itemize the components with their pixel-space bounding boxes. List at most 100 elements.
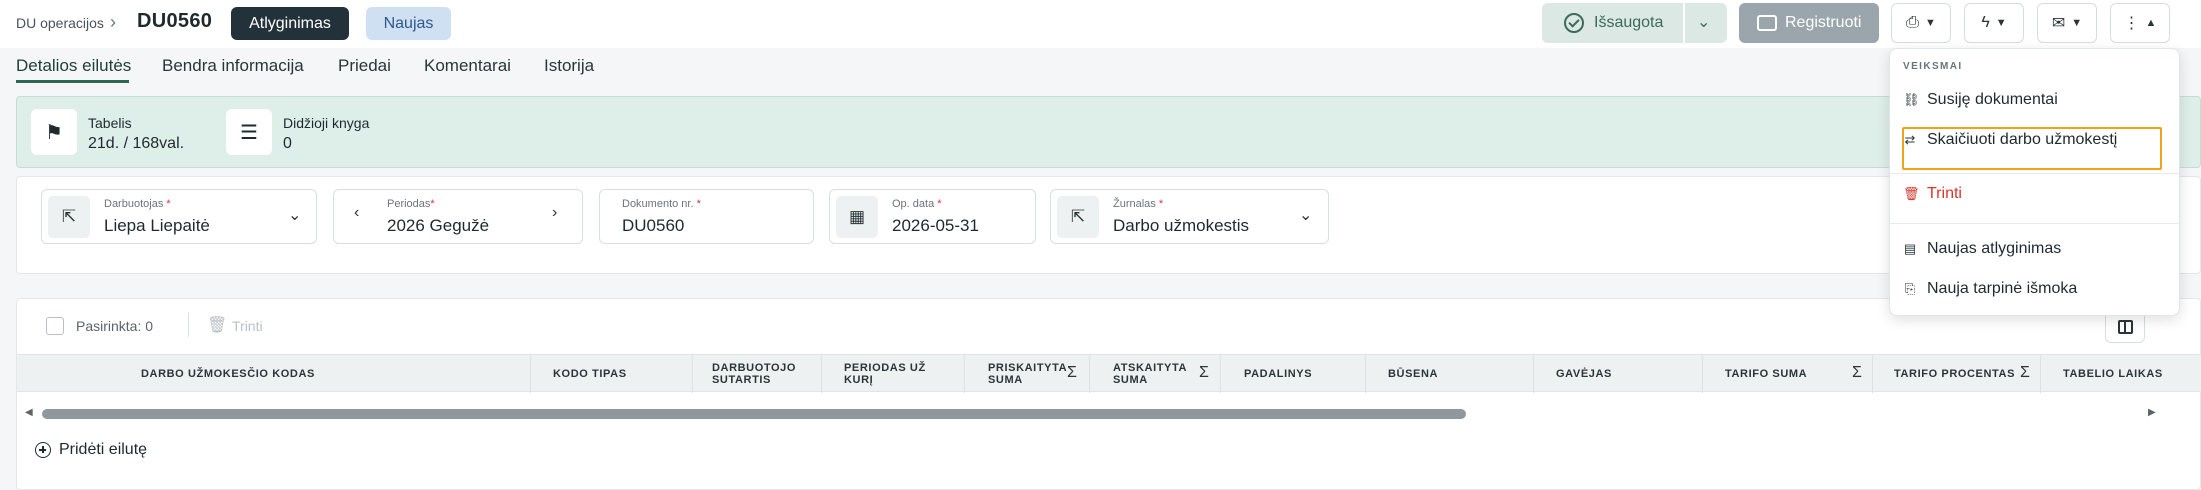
column-divider	[1872, 355, 1873, 393]
add-row-button[interactable]: Pridėti eilutę	[35, 441, 147, 459]
menu-item-label: Susiję dokumentai	[1927, 91, 2058, 108]
didzioji-knyga-label: Didžioji knyga	[283, 115, 370, 131]
lines-table-card: Pasirinkta: 0 🗑︎ Trinti DARBO UŽMOKESČIO…	[16, 298, 2201, 490]
actions-lightning-button[interactable]: ϟ ▼	[1964, 3, 2024, 43]
link-icon: ⛓︎	[1903, 92, 1920, 107]
menu-divider	[1890, 223, 2179, 224]
breadcrumb-du-operacijos[interactable]: DU operacijos	[16, 15, 104, 31]
email-button[interactable]: ✉ ▼	[2037, 3, 2097, 43]
chevron-up-icon: ▲	[2145, 17, 2157, 29]
page: DU operacijos › DU0560 Atlyginimas Nauja…	[0, 0, 2201, 490]
column-header[interactable]: PERIODAS UŽ KURĮ	[844, 355, 934, 393]
journal-field[interactable]: ⇱ Žurnalas * Darbo užmokestis ⌄	[1050, 189, 1329, 244]
page-title: DU0560	[137, 10, 213, 32]
tab-bendra-informacija[interactable]: Bendra informacija	[162, 56, 304, 76]
chevron-down-icon[interactable]: ⌄	[1299, 205, 1312, 225]
active-tab-indicator	[16, 80, 129, 83]
tab-bar: Detalios eilutės Bendra informacija Prie…	[0, 48, 2201, 84]
chevron-down-icon[interactable]: ⌄	[1697, 12, 1710, 32]
menu-item-label: Naujas atlyginimas	[1927, 240, 2062, 257]
status-badge: Naujas	[366, 7, 451, 40]
column-divider	[964, 355, 965, 393]
chevron-right-icon[interactable]: ›	[552, 204, 557, 222]
saved-label: Išsaugota	[1594, 14, 1664, 31]
tabelis-value: 21d. / 168val.	[88, 135, 185, 152]
select-all-checkbox[interactable]	[46, 317, 64, 335]
menu-item-label: Trinti	[1927, 185, 1962, 202]
chevron-down-icon[interactable]: ⌄	[288, 205, 301, 225]
column-divider	[821, 355, 822, 393]
selected-count: Pasirinkta: 0	[76, 318, 154, 334]
menu-item-new-salary[interactable]: ▤ Naujas atlyginimas	[1903, 240, 2061, 258]
menu-divider	[1890, 173, 2179, 174]
scroll-left-arrow[interactable]: ◀	[25, 407, 33, 418]
document-icon: ▤	[1903, 241, 1917, 256]
column-divider	[1089, 355, 1090, 393]
external-link-icon[interactable]: ⇱	[48, 196, 90, 238]
period-field-value: 2026 Gegužė	[387, 216, 490, 235]
column-header[interactable]: DARBUOTOJO SUTARTIS	[712, 355, 812, 393]
column-divider	[1533, 355, 1534, 393]
toolbar-divider	[188, 313, 189, 337]
trash-icon[interactable]: 🗑︎	[207, 315, 227, 335]
employee-field[interactable]: ⇱ Darbuotojas * Liepa Liepaitė ⌄	[41, 189, 317, 244]
add-row-label: Pridėti eilutę	[59, 441, 148, 458]
period-field[interactable]: ‹ Periodas* 2026 Gegužė ›	[333, 189, 583, 244]
column-header[interactable]: ATSKAITYTA SUMA	[1113, 355, 1193, 393]
column-header[interactable]: PRISKAITYTA SUMA	[988, 355, 1068, 393]
sum-icon[interactable]: Σ	[1067, 364, 1077, 382]
operation-date-value: 2026-05-31	[892, 216, 979, 235]
menu-item-delete[interactable]: 🗑︎ Trinti	[1903, 185, 1962, 203]
operation-date-label: Op. data *	[892, 198, 942, 210]
horizontal-scrollbar-thumb[interactable]	[42, 409, 1466, 419]
register-label: Registruoti	[1785, 14, 1862, 31]
columns-icon	[2118, 320, 2133, 334]
ledger-icon: ☰	[226, 109, 272, 155]
sum-icon[interactable]: Σ	[1852, 364, 1862, 382]
tab-istorija[interactable]: Istorija	[544, 56, 594, 76]
sum-icon[interactable]: Σ	[1199, 364, 1209, 382]
saved-button-divider	[1683, 3, 1685, 43]
scroll-right-arrow[interactable]: ▶	[2148, 407, 2156, 418]
column-header[interactable]: TABELIO LAIKAS	[2063, 355, 2183, 393]
menu-item-calculate-salary[interactable]: ⇄ Skaičiuoti darbo užmokestį	[1903, 131, 2118, 149]
delete-selected-button[interactable]: Trinti	[232, 318, 263, 334]
chevron-left-icon[interactable]: ‹	[354, 204, 359, 222]
chevron-down-icon: ▼	[2071, 17, 2083, 29]
external-link-icon[interactable]: ⇱	[1057, 196, 1099, 238]
tab-detalios-eilutes[interactable]: Detalios eilutės	[16, 56, 131, 76]
menu-item-new-interim-payment[interactable]: ⎘ Nauja tarpinė išmoka	[1903, 280, 2078, 298]
column-header[interactable]: BŪSENA	[1388, 355, 1508, 393]
saved-status-button[interactable]: Išsaugota ⌄	[1542, 3, 1727, 43]
register-button[interactable]: Registruoti	[1739, 3, 1879, 43]
menu-item-related-documents[interactable]: ⛓︎ Susiję dokumentai	[1903, 91, 2058, 109]
column-header[interactable]: TARIFO PROCENTAS	[1894, 355, 2034, 393]
calendar-icon[interactable]: ▦	[836, 196, 878, 238]
document-export-icon: ⎘	[1904, 281, 1916, 296]
trash-icon: 🗑︎	[1903, 186, 1920, 201]
plus-circle-icon	[35, 442, 51, 458]
menu-item-label: Skaičiuoti darbo užmokestį	[1927, 131, 2118, 148]
column-header[interactable]: KODO TIPAS	[553, 355, 663, 393]
chevron-down-icon: ▼	[1924, 17, 1936, 29]
mail-icon: ✉	[2051, 15, 2066, 32]
column-header[interactable]: TARIFO SUMA	[1725, 355, 1825, 393]
tab-priedai[interactable]: Priedai	[338, 56, 391, 76]
chevron-right-icon: ›	[110, 12, 116, 32]
column-divider	[530, 355, 531, 393]
column-header[interactable]: GAVĖJAS	[1556, 355, 1676, 393]
document-number-field[interactable]: Dokumento nr. * DU0560	[599, 189, 814, 244]
operation-date-field[interactable]: ▦ Op. data * 2026-05-31	[829, 189, 1036, 244]
column-header[interactable]: DARBO UŽMOKESČIO KODAS	[141, 355, 421, 393]
table-header: DARBO UŽMOKESČIO KODAS KODO TIPAS DARBUO…	[17, 354, 2201, 393]
employee-field-value: Liepa Liepaitė	[104, 216, 210, 235]
column-header[interactable]: PADALINYS	[1244, 355, 1354, 393]
journal-field-label: Žurnalas *	[1113, 198, 1164, 210]
print-button[interactable]: ⎙ ▼	[1891, 3, 1951, 43]
tab-komentarai[interactable]: Komentarai	[424, 56, 511, 76]
timesheet-icon: ⚑	[31, 109, 77, 155]
didzioji-knyga-value: 0	[283, 135, 292, 152]
register-icon	[1757, 15, 1777, 31]
sum-icon[interactable]: Σ	[2020, 364, 2030, 382]
more-actions-button[interactable]: ⋮ ▲	[2110, 3, 2170, 43]
